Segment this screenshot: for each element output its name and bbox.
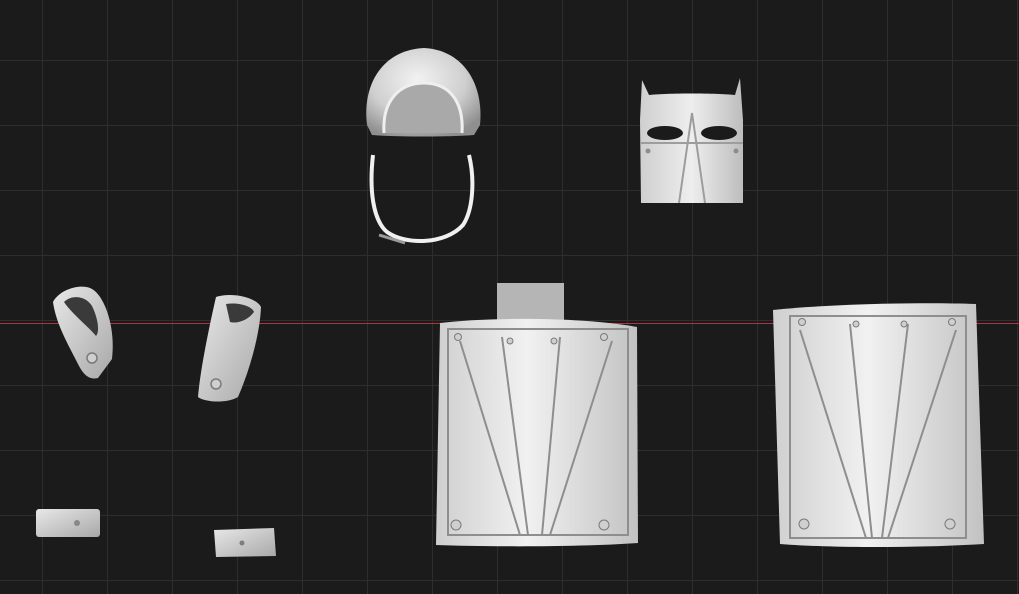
chin-strap-mesh[interactable] bbox=[365, 150, 480, 250]
helmet-cap-mesh[interactable] bbox=[362, 45, 484, 140]
front-chest-plate-mesh[interactable] bbox=[432, 281, 642, 551]
right-anklet-mesh[interactable] bbox=[212, 524, 278, 560]
back-chest-plate-mesh[interactable] bbox=[770, 302, 988, 550]
left-bracer-mesh[interactable] bbox=[50, 284, 120, 382]
left-anklet-mesh[interactable] bbox=[34, 506, 102, 540]
face-mask-mesh[interactable] bbox=[637, 75, 747, 210]
3d-viewport[interactable] bbox=[0, 0, 1019, 594]
right-bracer-mesh[interactable] bbox=[196, 292, 264, 404]
